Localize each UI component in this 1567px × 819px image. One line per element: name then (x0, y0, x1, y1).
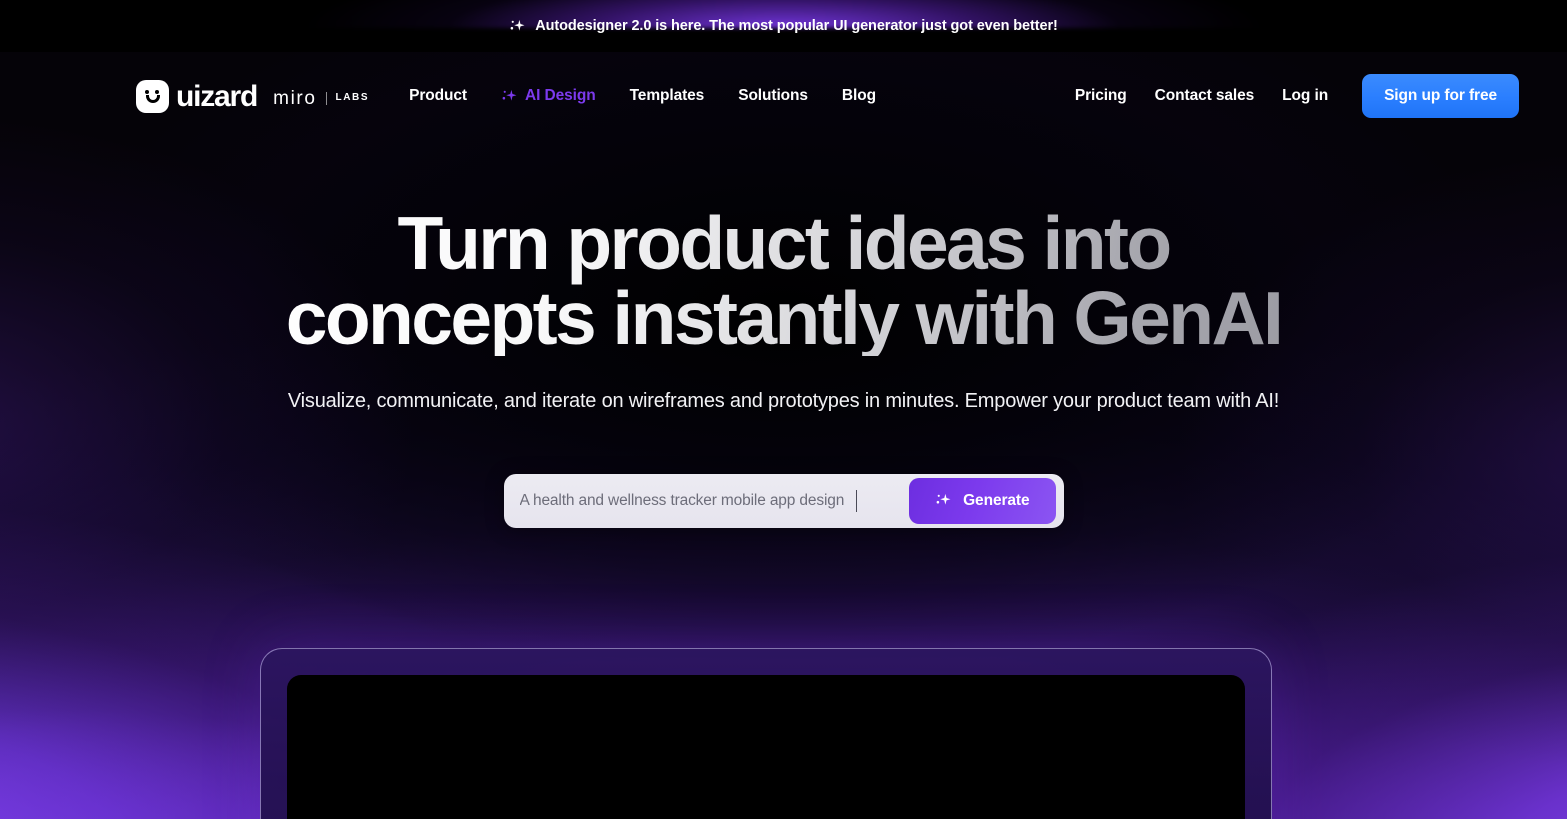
miro-wordmark: miro (273, 87, 317, 109)
text-cursor (855, 489, 857, 512)
uizard-wordmark: uizard (176, 80, 258, 113)
miro-labs-badge: miro LABS (273, 89, 369, 108)
uizard-smiley-icon (136, 79, 169, 113)
device-mockup-screen (287, 675, 1245, 819)
brand-lockup[interactable]: uizard miro LABS (136, 79, 369, 113)
prompt-bar: Generate (503, 473, 1064, 528)
sparkle-icon (509, 18, 526, 35)
announcement-banner-text: Autodesigner 2.0 is here. The most popul… (535, 18, 1058, 34)
page-title: Turn product ideas into concepts instant… (254, 206, 1314, 356)
sign-up-button[interactable]: Sign up for free (1362, 74, 1519, 118)
uizard-logo[interactable]: uizard (136, 79, 258, 113)
nav-item-pricing[interactable]: Pricing (1075, 87, 1127, 105)
announcement-banner-content: Autodesigner 2.0 is here. The most popul… (509, 18, 1058, 35)
announcement-banner[interactable]: Autodesigner 2.0 is here. The most popul… (0, 0, 1567, 52)
sparkle-icon (501, 88, 518, 105)
nav-item-blog[interactable]: Blog (842, 87, 876, 105)
nav-item-ai-design-label: AI Design (524, 87, 596, 104)
smiley-eye-right (155, 89, 160, 94)
hero-subheading: Visualize, communicate, and iterate on w… (287, 390, 1280, 412)
prompt-input[interactable] (503, 473, 910, 528)
nav-item-solutions[interactable]: Solutions (738, 87, 808, 105)
main-navigation: uizard miro LABS Product AI Design Templ… (0, 52, 1567, 140)
miro-divider (325, 91, 327, 105)
smiley-eye-left (145, 89, 150, 94)
generate-button[interactable]: Generate (909, 477, 1056, 524)
generate-button-label: Generate (963, 491, 1030, 509)
primary-nav-links: Product AI Design Templates Solutions Bl… (409, 87, 876, 105)
sparkle-icon (935, 492, 952, 509)
nav-item-contact-sales[interactable]: Contact sales (1155, 87, 1255, 105)
nav-item-product[interactable]: Product (409, 87, 467, 105)
nav-item-ai-design[interactable]: AI Design (501, 87, 596, 105)
smiley-mouth (145, 94, 160, 103)
page-root: Autodesigner 2.0 is here. The most popul… (0, 0, 1567, 819)
device-mockup-frame (260, 648, 1272, 819)
hero-section: Turn product ideas into concepts instant… (0, 130, 1567, 528)
nav-item-templates[interactable]: Templates (630, 87, 705, 105)
miro-labs-label: LABS (335, 92, 370, 103)
nav-item-log-in[interactable]: Log in (1282, 87, 1328, 105)
secondary-nav-links: Pricing Contact sales Log in Sign up for… (1075, 74, 1519, 118)
